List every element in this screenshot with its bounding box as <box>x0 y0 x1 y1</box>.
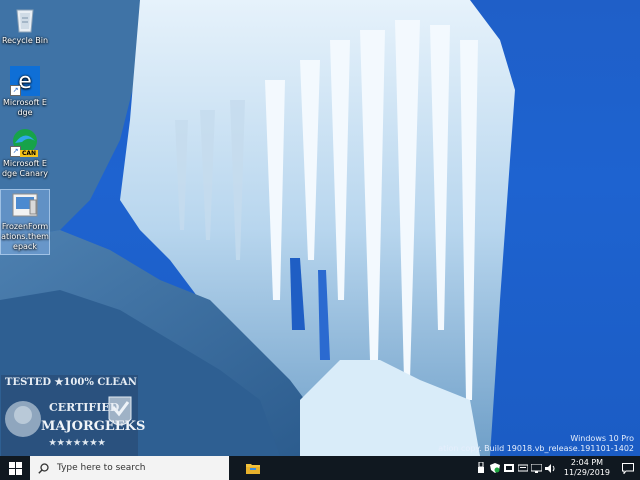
desktop-icon-label: Microsoft Edge <box>2 98 47 117</box>
taskbar-clock[interactable]: 2:04 PM 11/29/2019 <box>558 458 616 478</box>
desktop-icon-label: Microsoft Edge Canary <box>1 159 49 178</box>
desktop-icon-recycle-bin[interactable]: Recycle Bin <box>1 4 49 46</box>
file-explorer-icon <box>246 464 260 474</box>
recycle-bin-icon <box>10 4 40 34</box>
edge-canary-icon: ↗ CAN <box>10 127 40 157</box>
edge-icon: e ↗ <box>10 66 40 96</box>
badge-majorgeeks: MAJORGEEKS <box>41 419 146 434</box>
desktop: Recycle Bin e ↗ Microsoft Edge ↗ CAN Mic… <box>0 0 640 456</box>
desktop-icon-label: FrozenFormations.themepack <box>1 222 49 251</box>
windows-logo-icon <box>8 461 22 475</box>
desktop-icon-edge-canary[interactable]: ↗ CAN Microsoft Edge Canary <box>1 127 49 179</box>
watermark-build: ation copy. Build 19018.vb_release.19110… <box>438 444 634 453</box>
notification-icon <box>622 462 634 474</box>
app-tray-icon[interactable] <box>503 456 515 480</box>
themepack-file-icon <box>10 190 40 220</box>
taskbar: Type here to search 2:04 PM 11/29/2019 <box>0 456 640 480</box>
desktop-icon-themepack[interactable]: FrozenFormations.themepack <box>0 189 50 255</box>
action-center-button[interactable] <box>616 456 640 480</box>
system-tray: 2:04 PM 11/29/2019 <box>474 456 640 480</box>
desktop-icon-label: Recycle Bin <box>1 36 49 45</box>
clock-date: 11/29/2019 <box>563 468 610 477</box>
search-icon <box>38 462 49 474</box>
clock-time: 2:04 PM <box>570 458 604 467</box>
keyboard-icon[interactable] <box>517 456 529 480</box>
badge-stars: ★★★★★★★ <box>49 437 107 447</box>
shortcut-arrow-icon: ↗ <box>10 85 21 96</box>
volume-icon[interactable] <box>545 456 557 480</box>
usb-icon[interactable] <box>475 456 487 480</box>
search-placeholder: Type here to search <box>57 463 146 473</box>
network-icon[interactable] <box>531 456 543 480</box>
badge-tested: TESTED ★100% CLEAN <box>5 377 137 388</box>
defender-icon[interactable] <box>489 456 501 480</box>
file-explorer-button[interactable] <box>235 456 271 480</box>
badge-certified: CERTIFIED <box>49 401 120 414</box>
canary-badge: CAN <box>20 150 39 157</box>
majorgeeks-badge: TESTED ★100% CLEAN CERTIFIED MAJORGEEKS … <box>1 375 145 456</box>
desktop-icon-edge[interactable]: e ↗ Microsoft Edge <box>1 66 49 118</box>
taskbar-search-box[interactable]: Type here to search <box>30 456 229 480</box>
start-button[interactable] <box>0 456 30 480</box>
windows-watermark: Windows 10 Pro ation copy. Build 19018.v… <box>438 434 634 454</box>
watermark-edition: Windows 10 Pro <box>570 434 634 443</box>
